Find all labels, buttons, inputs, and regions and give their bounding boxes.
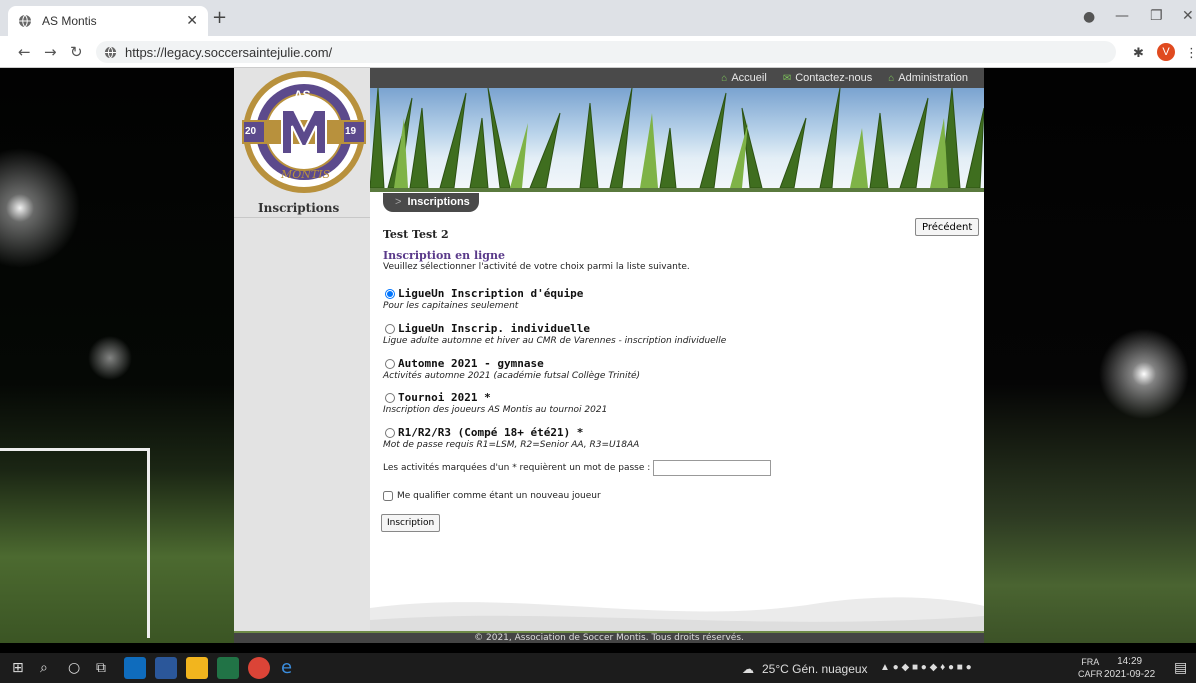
site-container: AS 20 19 MONTIS Inscriptions ⌂ Accueil ✉ C…	[234, 68, 984, 643]
url-input[interactable]	[125, 44, 1025, 60]
activity-option: Tournoi 2021 * Inscription des joueurs A…	[383, 391, 607, 415]
activity-option: Automne 2021 - gymnase Activités automne…	[383, 357, 640, 381]
logo-year-right: 19	[345, 126, 357, 137]
decorative-wave	[370, 597, 984, 633]
new-player-checkbox[interactable]	[383, 491, 393, 501]
activity-desc-5: Mot de passe requis R1=LSM, R2=Senior AA…	[383, 440, 640, 450]
activity-desc-4: Inscription des joueurs AS Montis au tou…	[383, 405, 608, 415]
activity-option-3[interactable]: Automne 2021 - gymnase	[383, 357, 640, 370]
top-nav: ⌂ Accueil ✉ Contactez-nous ⌂ Administration	[370, 68, 984, 88]
taskbar: ⊞ ⌕ ○ ⧉ e ☁ 25°C Gén. nuageux ▲ ● ◆ ■ ● …	[0, 653, 1196, 683]
activity-radio-2[interactable]	[385, 323, 395, 334]
banner-divider	[370, 188, 984, 192]
activity-radio-3[interactable]	[385, 358, 395, 369]
outlook-icon[interactable]	[124, 657, 146, 679]
activity-desc-2: Ligue adulte automne et hiver au CMR de …	[383, 336, 727, 346]
browser-tab-strip: AS Montis ✕ + ● — ❐ ✕	[0, 0, 1196, 36]
logo-bottom-text: MONTIS	[281, 168, 331, 181]
close-tab-icon[interactable]: ✕	[186, 13, 198, 29]
url-box[interactable]	[96, 41, 1116, 63]
tray-icons[interactable]: ▲ ● ◆ ■ ● ◆ ♦ ● ■ ●	[880, 662, 972, 673]
keyboard-layout[interactable]: FRA CAFR	[1078, 656, 1103, 680]
weather-text[interactable]: 25°C Gén. nuageux	[762, 662, 868, 676]
excel-icon[interactable]	[217, 657, 239, 679]
activity-radio-5[interactable]	[385, 427, 395, 438]
activity-option-4[interactable]: Tournoi 2021 *	[383, 391, 607, 404]
maximize-icon[interactable]: ❐	[1150, 8, 1163, 24]
task-view-icon[interactable]: ⧉	[96, 660, 106, 676]
notification-icon[interactable]: ▤	[1174, 659, 1187, 676]
page-title: Inscription en ligne	[383, 249, 505, 262]
activity-option: LigueUn Inscrip. individuelle Ligue adul…	[383, 322, 726, 346]
mail-icon: ✉	[782, 73, 792, 84]
system-clock[interactable]: 14:29 2021-09-22	[1104, 655, 1155, 681]
nav-admin[interactable]: ⌂ Administration	[888, 72, 968, 84]
chrome-icon[interactable]	[248, 657, 270, 679]
activity-desc-1: Pour les capitaines seulement	[383, 301, 519, 311]
password-row: Les activités marquées d'un * requièrent…	[383, 460, 772, 476]
tab-title: AS Montis	[42, 14, 97, 28]
nav-contact[interactable]: ✉ Contactez-nous	[783, 72, 872, 84]
password-input[interactable]	[653, 460, 772, 476]
page-subtitle: Veuillez sélectionner l'activité de votr…	[383, 262, 690, 272]
avatar[interactable]: V	[1157, 43, 1175, 61]
close-window-icon[interactable]: ✕	[1182, 8, 1194, 24]
file-explorer-icon[interactable]	[186, 657, 208, 679]
goal-post-image	[0, 448, 150, 638]
activity-option: LigueUn Inscription d'équipe Pour les ca…	[383, 287, 583, 311]
minimize-icon[interactable]: —	[1115, 8, 1129, 24]
new-player-row[interactable]: Me qualifier comme étant un nouveau joue…	[383, 491, 601, 501]
lock-icon: ⌂	[888, 73, 895, 84]
new-tab-icon[interactable]: +	[212, 9, 227, 27]
home-icon: ⌂	[721, 73, 728, 84]
cortana-icon[interactable]: ○	[68, 660, 80, 676]
internet-explorer-icon[interactable]: e	[281, 657, 292, 678]
sidebar-item-inscriptions[interactable]: Inscriptions	[234, 198, 370, 218]
activity-option-1[interactable]: LigueUn Inscription d'équipe	[383, 287, 583, 300]
back-icon[interactable]: ←	[18, 44, 31, 60]
globe-icon	[19, 14, 31, 28]
activity-radio-1[interactable]	[385, 288, 395, 299]
reload-icon[interactable]: ↻	[70, 44, 83, 60]
address-bar: ← → ↻ ✱ ⋮	[0, 36, 1196, 68]
logo-year-left: 20	[245, 126, 257, 137]
logo-top-text: AS	[294, 88, 311, 102]
grass-image	[370, 88, 984, 188]
new-player-label: Me qualifier comme étant un nouveau joue…	[397, 491, 601, 501]
browser-tab[interactable]: AS Montis ✕	[8, 6, 208, 36]
globe-icon	[104, 46, 117, 58]
weather-icon: ☁	[742, 662, 754, 676]
section-tab[interactable]: > Inscriptions	[383, 193, 479, 212]
footer: © 2021, Association de Soccer Montis. To…	[234, 631, 984, 643]
password-label: Les activités marquées d'un * requièrent…	[383, 463, 651, 473]
extensions-icon[interactable]: ✱	[1133, 46, 1144, 61]
chevron-right-icon: >	[395, 196, 402, 208]
forward-icon[interactable]: →	[44, 44, 57, 60]
stadium-background-right	[984, 68, 1196, 643]
word-icon[interactable]	[155, 657, 177, 679]
windows-start-icon[interactable]: ⊞	[12, 660, 24, 676]
activity-desc-3: Activités automne 2021 (académie futsal …	[383, 371, 641, 381]
grass-banner	[370, 88, 984, 188]
search-icon[interactable]: ⌕	[40, 660, 48, 676]
activity-option-5[interactable]: R1/R2/R3 (Compé 18+ été21) *	[383, 426, 639, 439]
activity-option: R1/R2/R3 (Compé 18+ été21) * Mot de pass…	[383, 426, 639, 450]
activity-option-2[interactable]: LigueUn Inscrip. individuelle	[383, 322, 726, 335]
submit-button[interactable]: Inscription	[381, 514, 441, 532]
previous-button[interactable]: Précédent	[915, 218, 980, 236]
page-viewport: AS 20 19 MONTIS Inscriptions ⌂ Accueil ✉ C…	[0, 68, 1196, 643]
profile-icon[interactable]: ●	[1083, 9, 1095, 25]
user-name: Test Test 2	[383, 228, 449, 241]
nav-home[interactable]: ⌂ Accueil	[721, 72, 767, 84]
activity-radio-4[interactable]	[385, 392, 395, 403]
menu-icon[interactable]: ⋮	[1185, 46, 1196, 61]
